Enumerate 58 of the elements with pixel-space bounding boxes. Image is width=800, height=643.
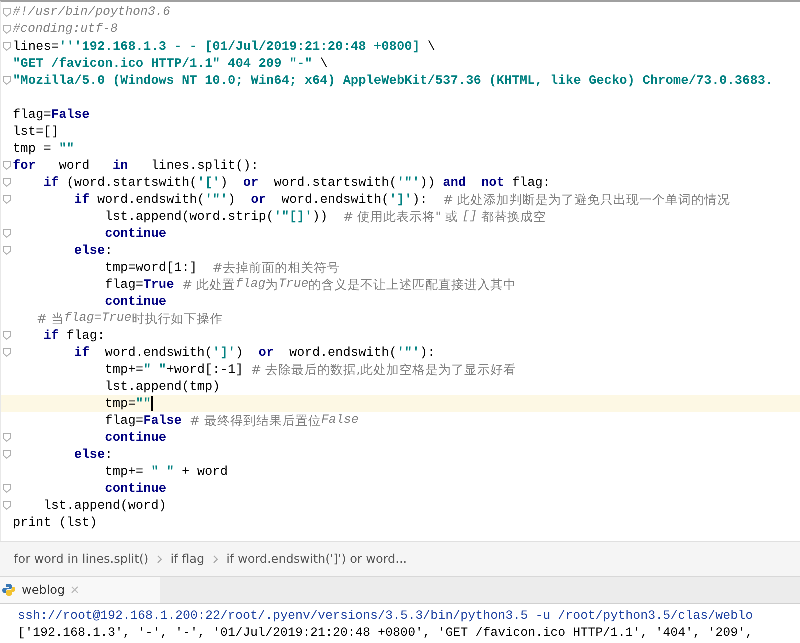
fold-marker-icon[interactable] bbox=[3, 229, 11, 238]
fold-marker-icon[interactable] bbox=[3, 195, 11, 204]
text-cursor bbox=[151, 396, 154, 411]
fold-marker-icon[interactable] bbox=[3, 246, 11, 255]
code-line: print (lst) bbox=[13, 514, 98, 531]
code-line: tmp+= " " + word bbox=[104, 463, 228, 480]
fold-marker-icon[interactable] bbox=[3, 348, 11, 357]
tab-label: weblog bbox=[22, 583, 66, 597]
console-line: ['192.168.1.3', '-', '-', '01/Jul/2019:21:20:48 +0800', 'GET /favicon.ico HTTP/1.1', '404', '209', bbox=[18, 625, 754, 642]
fold-marker-icon[interactable] bbox=[3, 450, 11, 459]
fold-marker-icon[interactable] bbox=[3, 25, 11, 34]
code-line: lst.append(word.strip('"[]')) # 使用此表示将" 或 [] 都替换成空 bbox=[104, 208, 546, 225]
code-line: continue bbox=[104, 293, 167, 310]
code-line: flag=True # 此处置flag为 True的含义是不让上述匹配直接进入其中 bbox=[104, 276, 517, 293]
code-line: if (word.startswith('[') or word.startswith('"')) and not flag: bbox=[42, 174, 551, 191]
fold-marker-icon[interactable] bbox=[3, 178, 11, 187]
fold-marker-icon[interactable] bbox=[3, 331, 11, 340]
code-line: lst.append(tmp) bbox=[104, 378, 220, 395]
code-line: if word.endswith(']') or word.endswith('"'): bbox=[73, 344, 436, 361]
python-icon bbox=[2, 583, 16, 597]
code-line: lines='''192.168.1.3 - - [01/Jul/2019:21:20:48 +0800] \ bbox=[13, 38, 436, 55]
fold-marker-icon[interactable] bbox=[3, 8, 11, 17]
chevron-right-icon bbox=[156, 554, 163, 564]
fold-marker-icon[interactable] bbox=[3, 161, 11, 170]
code-line: if flag: bbox=[42, 327, 106, 344]
breadcrumb-item[interactable]: if word.endswith(']') or word... bbox=[226, 552, 408, 566]
code-line: "GET /favicon.ico HTTP/1.1" 404 209 "-" \ bbox=[13, 55, 328, 72]
code-line: continue bbox=[104, 480, 167, 497]
code-line: lst=[] bbox=[13, 123, 60, 140]
fold-marker-icon[interactable] bbox=[3, 433, 11, 442]
code-line: continue bbox=[104, 429, 167, 446]
breadcrumb-item[interactable]: for word in lines.split() bbox=[14, 552, 149, 566]
code-line: else: bbox=[73, 242, 113, 259]
code-line: "Mozilla/5.0 (Windows NT 10.0; Win64; x64) AppleWebKit/537.36 (KHTML, like Gecko) Chrome/73.0.3683. bbox=[13, 72, 774, 89]
code-line: for word in lines.split(): bbox=[13, 157, 259, 174]
code-line: tmp+=" "+word[:-1] # 去除最后的数据,此处加空格是为了显示好看 bbox=[104, 361, 517, 378]
chevron-right-icon bbox=[212, 554, 219, 564]
code-line: tmp=word[1:] #去掉前面的相关符号 bbox=[104, 259, 340, 276]
code-line: lst.append(word) bbox=[42, 497, 167, 514]
code-editor[interactable] bbox=[0, 0, 800, 541]
code-line: #!/usr/bin/poython3.6 bbox=[13, 4, 171, 21]
code-line: flag=False # 最终得到结果后置位False bbox=[104, 412, 359, 429]
run-tab[interactable]: weblog bbox=[0, 577, 160, 603]
code-line: else: bbox=[73, 446, 113, 463]
breadcrumb-item[interactable]: if flag bbox=[170, 552, 205, 566]
console-line: ssh://root@192.168.1.200:22/root/.pyenv/versions/3.5.3/bin/python3.5 -u /root/python3.5/clas/weblo bbox=[18, 608, 754, 625]
code-line: tmp="" bbox=[104, 395, 154, 412]
fold-marker-icon[interactable] bbox=[3, 484, 11, 493]
code-line: continue bbox=[104, 225, 167, 242]
code-line: #conding:utf-8 bbox=[13, 21, 118, 38]
code-line: # 当 flag=True时执行如下操作 bbox=[36, 310, 223, 327]
close-icon[interactable] bbox=[71, 586, 80, 594]
fold-marker-icon[interactable] bbox=[3, 501, 11, 510]
fold-marker-icon[interactable] bbox=[3, 76, 11, 85]
code-line: tmp = "" bbox=[13, 140, 74, 157]
code-line: if word.endswith('"') or word.endswith(']'): # 此处添加判断是为了避免只出现一个单词的情况 bbox=[73, 191, 731, 208]
code-line: flag=False bbox=[13, 106, 90, 123]
fold-marker-icon[interactable] bbox=[3, 42, 11, 51]
